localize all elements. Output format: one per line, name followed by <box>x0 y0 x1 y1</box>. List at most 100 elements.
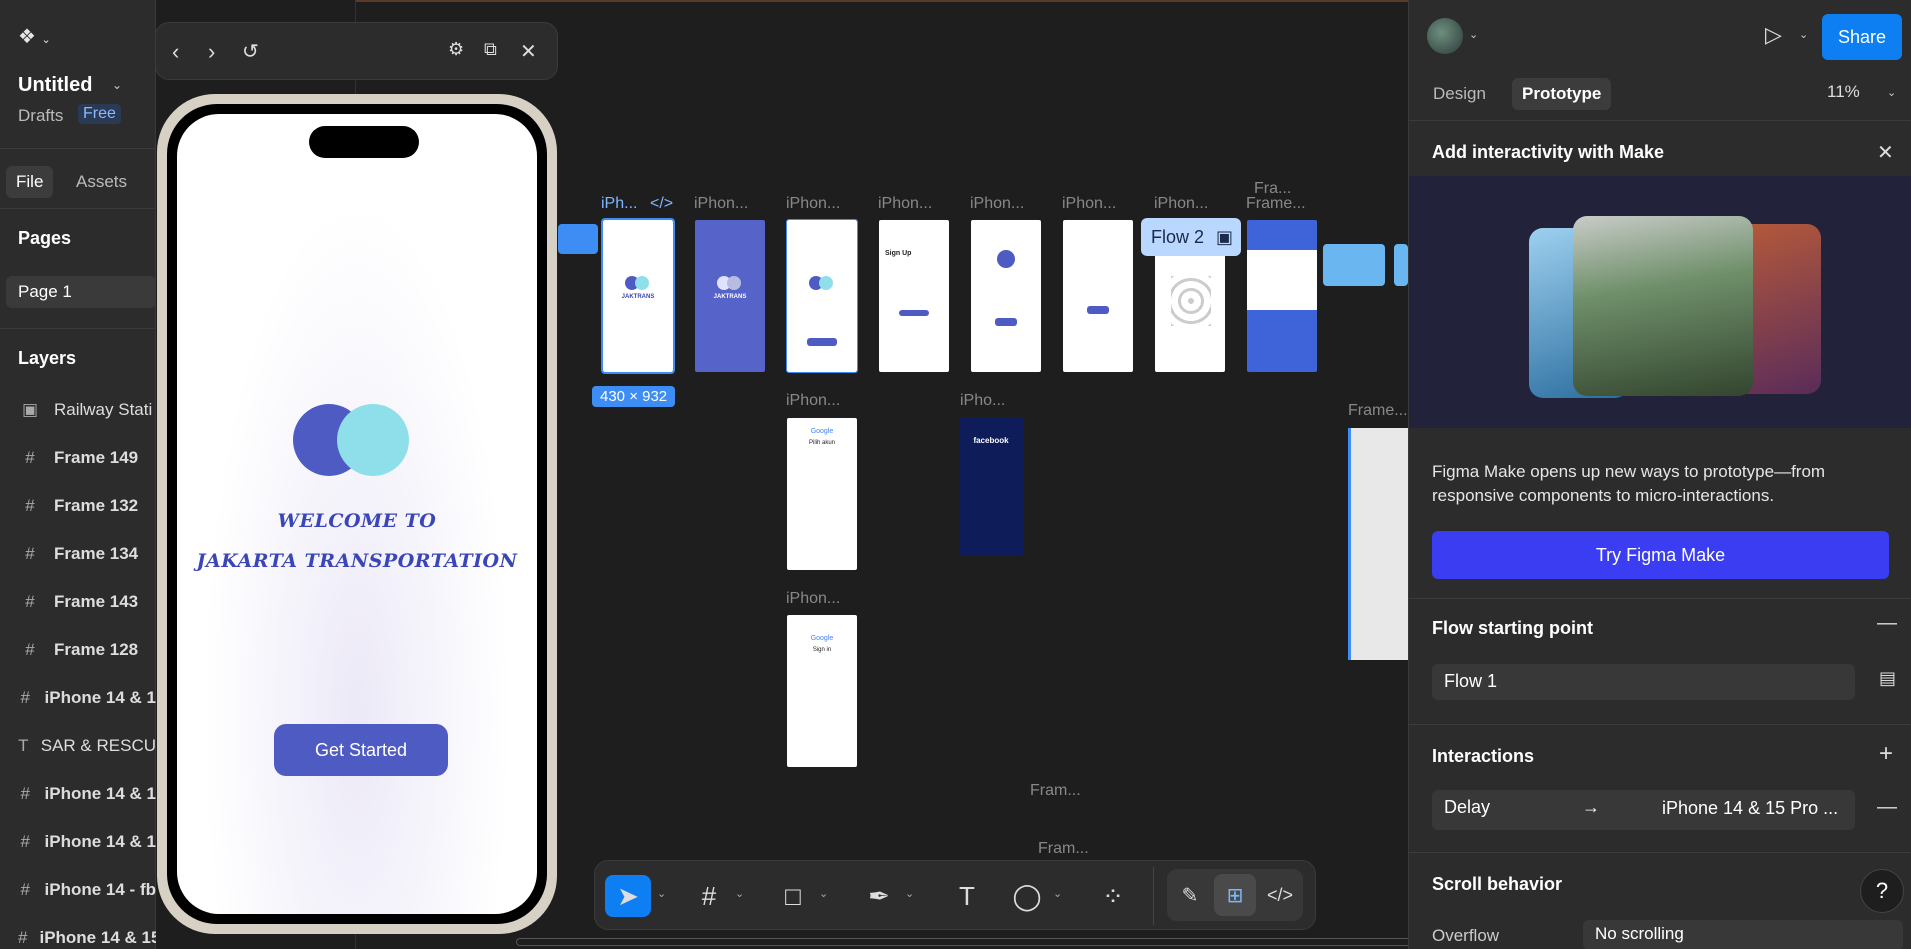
frame-label[interactable]: iPh... <box>601 195 637 213</box>
chevron-down-icon[interactable]: ⌄ <box>1469 28 1478 41</box>
back-icon[interactable]: ‹ <box>172 39 179 65</box>
try-figma-make-button[interactable]: Try Figma Make <box>1432 531 1889 579</box>
drafts-link[interactable]: Drafts <box>18 106 63 126</box>
tab-assets[interactable]: Assets <box>66 166 137 198</box>
frame-thumbnail[interactable] <box>971 220 1041 372</box>
minus-icon[interactable]: — <box>1877 612 1897 635</box>
help-button[interactable]: ? <box>1860 869 1904 913</box>
frame-thumbnail-selected[interactable]: JAKTRANS <box>601 218 675 374</box>
page-item-page-1[interactable]: Page 1 <box>6 276 156 308</box>
frame-label[interactable]: iPhon... <box>786 392 840 410</box>
flow-2-text: Flow 2 <box>1151 226 1205 247</box>
add-icon[interactable]: + <box>1879 740 1893 768</box>
frame-thumbnail[interactable]: JAKTRANS <box>695 220 765 372</box>
layer-item[interactable]: # Frame 143 <box>0 580 156 624</box>
figma-menu-icon[interactable]: ❖ ⌄ <box>18 24 51 49</box>
frame-label[interactable]: iPhon... <box>878 195 932 213</box>
thumb-text: Google <box>810 428 834 435</box>
frame-label[interactable]: Frame... <box>1348 402 1408 420</box>
frame-label[interactable]: iPhon... <box>1154 195 1208 213</box>
horizontal-scrollbar[interactable] <box>516 938 1408 946</box>
chevron-down-icon[interactable]: ⌄ <box>657 887 666 900</box>
open-external-icon[interactable]: ⧉ <box>484 39 497 60</box>
close-icon[interactable]: ✕ <box>520 39 537 64</box>
layer-item[interactable]: # Frame 128 <box>0 628 156 672</box>
left-panel: ❖ ⌄ Untitled ⌄ Drafts Free File Assets P… <box>0 0 156 949</box>
forward-icon[interactable]: › <box>208 39 215 65</box>
tab-design[interactable]: Design <box>1423 78 1496 110</box>
chevron-down-icon[interactable]: ⌄ <box>905 887 914 900</box>
frame-thumbnail[interactable] <box>1247 220 1317 372</box>
frame-label[interactable]: iPhon... <box>1062 195 1116 213</box>
frame-label[interactable]: iPhon... <box>970 195 1024 213</box>
frame-thumbnail[interactable] <box>1063 220 1133 372</box>
actions-tool-icon[interactable]: ⁘ <box>1095 875 1131 917</box>
move-tool-icon[interactable]: ➤ <box>605 875 651 917</box>
rectangle-tool-icon[interactable]: □ <box>775 875 811 917</box>
plan-badge[interactable]: Free <box>78 104 121 124</box>
layer-item[interactable]: # iPhone 14 & 1 <box>0 820 156 864</box>
frame-tool-icon[interactable]: # <box>691 875 727 917</box>
frame-label[interactable]: iPhon... <box>786 195 840 213</box>
frame-thumbnail[interactable]: Sign Up <box>879 220 949 372</box>
present-play-icon[interactable]: ▷ <box>1765 22 1782 48</box>
pen-tool-icon[interactable]: ✒ <box>861 875 897 917</box>
overflow-select[interactable]: No scrolling <box>1583 920 1903 949</box>
design-mode-icon[interactable]: ⊞ <box>1214 874 1256 916</box>
frame-label[interactable]: Fram... <box>1038 840 1089 858</box>
flow-play-icon[interactable]: ▣ <box>1216 227 1233 248</box>
chevron-down-icon[interactable]: ⌄ <box>1887 86 1896 99</box>
avatar[interactable] <box>1427 18 1463 54</box>
flow-start-marker[interactable] <box>558 224 598 254</box>
frame-thumbnail[interactable] <box>1394 244 1408 286</box>
layer-item[interactable]: ▣ Railway Stati <box>0 388 156 432</box>
code-icon[interactable]: </> <box>650 195 673 213</box>
frame-label[interactable]: iPho... <box>960 392 1005 410</box>
divider <box>0 208 156 209</box>
frame-thumbnail[interactable] <box>786 219 858 373</box>
dev-mode-icon[interactable]: </> <box>1259 874 1301 916</box>
frame-icon: # <box>20 784 30 803</box>
chevron-down-icon[interactable]: ⌄ <box>735 887 744 900</box>
layer-item[interactable]: # Frame 149 <box>0 436 156 480</box>
get-started-button[interactable]: Get Started <box>274 724 448 776</box>
layer-item[interactable]: # iPhone 14 & 15 Pro Max - 9 <box>0 916 156 949</box>
layer-item[interactable]: T SAR & RESCU <box>0 724 156 768</box>
minus-icon[interactable]: — <box>1877 796 1897 819</box>
frame-label[interactable]: iPhon... <box>786 590 840 608</box>
phone-screen[interactable]: WELCOME TO JAKARTA TRANSPORTATION Get St… <box>177 114 537 914</box>
layer-item[interactable]: # iPhone 14 - fb <box>0 868 156 912</box>
interaction-row[interactable]: Delay → iPhone 14 & 15 Pro ... <box>1432 790 1855 830</box>
tab-file[interactable]: File <box>6 166 54 198</box>
layer-item[interactable]: # iPhone 14 & 1 <box>0 772 156 816</box>
flow-starting-point-field[interactable]: Flow 1 <box>1432 664 1855 700</box>
layer-item[interactable]: # Frame 132 <box>0 484 156 528</box>
restart-icon[interactable]: ↺ <box>242 39 259 64</box>
chevron-down-icon[interactable]: ⌄ <box>1799 28 1808 41</box>
frame-label[interactable]: Frame... <box>1246 195 1306 213</box>
settings-sliders-icon[interactable]: ⚙ <box>448 39 464 60</box>
frame-label[interactable]: iPhon... <box>694 195 748 213</box>
frame-thumbnail[interactable]: Google Sign in <box>787 615 857 767</box>
share-button[interactable]: Share <box>1822 14 1902 60</box>
frame-thumbnail[interactable]: facebook <box>959 418 1023 556</box>
layer-item[interactable]: # iPhone 14 & 1 <box>0 676 156 720</box>
comment-tool-icon[interactable]: ◯ <box>1009 875 1045 917</box>
draw-mode-icon[interactable]: ✎ <box>1169 874 1211 916</box>
frame-thumbnail[interactable] <box>1323 244 1385 286</box>
layer-item[interactable]: # Frame 134 <box>0 532 156 576</box>
chevron-down-icon[interactable]: ⌄ <box>819 887 828 900</box>
tab-prototype[interactable]: Prototype <box>1512 78 1612 110</box>
frame-thumbnail[interactable]: Google Pilih akun <box>787 418 857 570</box>
text-tool-icon[interactable]: T <box>949 875 985 917</box>
zoom-level[interactable]: 11% <box>1827 82 1860 102</box>
file-title-chevron-icon[interactable]: ⌄ <box>112 78 122 92</box>
flow-2-label[interactable]: Flow 2 ▣ <box>1141 218 1241 256</box>
flow-details-icon[interactable]: ▤ <box>1879 668 1896 689</box>
frame-thumbnail[interactable] <box>1348 428 1408 660</box>
chevron-down-icon[interactable]: ⌄ <box>1053 887 1062 900</box>
file-title[interactable]: Untitled <box>18 74 92 97</box>
close-icon[interactable]: ✕ <box>1877 140 1894 165</box>
layer-name: Frame 132 <box>54 496 139 515</box>
frame-label[interactable]: Fram... <box>1030 782 1081 800</box>
